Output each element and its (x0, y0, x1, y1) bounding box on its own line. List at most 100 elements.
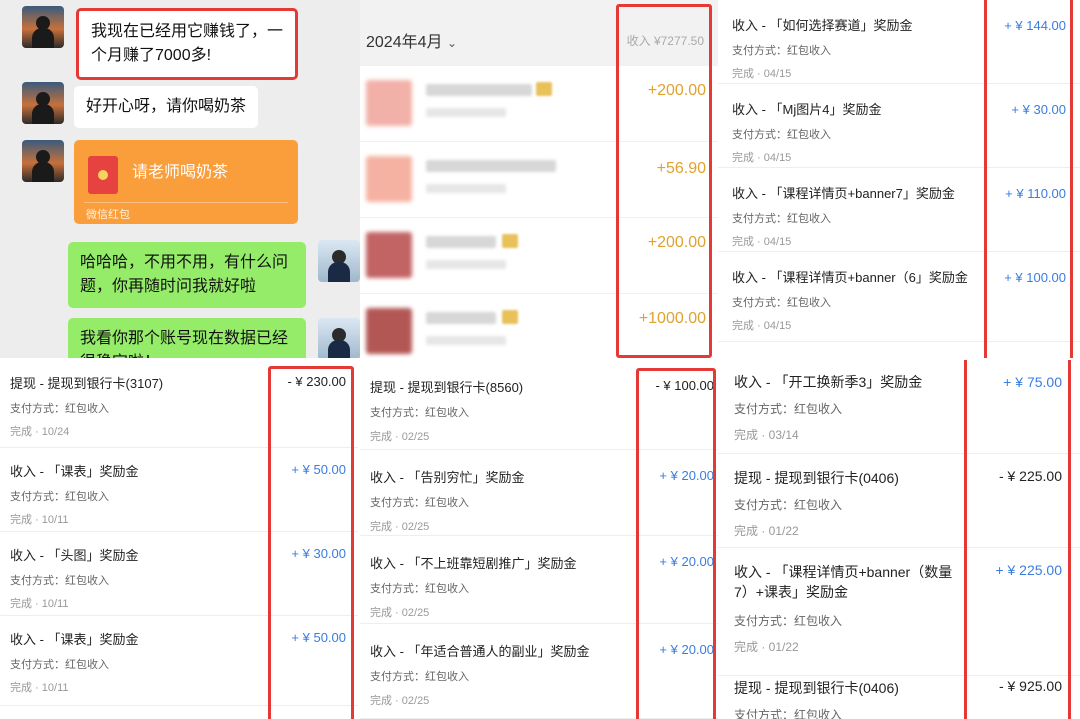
transaction-row[interactable]: 收入 - 「开工换新季3」奖励金 支付方式：红包收入 完成 · 03/14 + … (718, 360, 1080, 454)
bill-amount: +56.90 (656, 160, 706, 177)
transaction-status: 完成 · 03/14 (734, 428, 799, 442)
payment-method: 支付方式：红包收入 (10, 659, 109, 671)
bill-row[interactable]: +56.90 (360, 142, 718, 218)
transaction-amount: + ¥ 75.00 (1003, 374, 1062, 390)
chat-message: 我看你那个账号现在数据已经很稳定啦！ (68, 318, 306, 358)
transaction-row[interactable]: 收入 - 「课表」奖励金 支付方式：红包收入 完成 · 10/11 + ¥ 50… (0, 616, 358, 706)
transaction-title: 收入 - 「头图」奖励金 (10, 548, 139, 563)
blurred-time (426, 108, 506, 117)
chat-message: 我现在已经用它赚钱了，一个月赚了7000多! (76, 8, 298, 80)
blurred-title (426, 236, 496, 248)
monthly-bill-panel: 2024年4月 ⌄ 收入 ¥7277.50 +200.00 +56.90 +20… (360, 0, 718, 358)
transaction-row[interactable]: 提现 - 提现到银行卡(3107) 支付方式：红包收入 完成 · 10/24 -… (0, 360, 358, 448)
transaction-amount: + ¥ 144.00 (1004, 18, 1066, 33)
blurred-badge (502, 234, 518, 248)
blurred-time (426, 260, 506, 269)
blurred-title (426, 312, 496, 324)
transaction-title: 提现 - 提现到银行卡(0406) (734, 680, 899, 696)
transaction-amount: + ¥ 50.00 (291, 630, 346, 645)
transaction-status: 完成 · 04/15 (732, 236, 792, 248)
transaction-row[interactable]: 收入 - 「课程详情页+banner（数量7）+课表」奖励金 支付方式：红包收入… (718, 548, 1080, 676)
sender-avatar[interactable] (22, 82, 64, 124)
transaction-row[interactable]: 收入 - 「课表」奖励金 支付方式：红包收入 完成 · 10/11 + ¥ 50… (0, 448, 358, 532)
bill-row[interactable]: +200.00 (360, 218, 718, 294)
red-packet-message[interactable]: 请老师喝奶茶 微信红包 (74, 140, 298, 224)
transaction-status: 完成 · 10/11 (10, 514, 69, 526)
chat-message: 哈哈哈，不用不用，有什么问题，你再随时问我就好啦 (68, 242, 306, 308)
transaction-row[interactable]: 提现 - 提现到银行卡(0406) 支付方式：红包收入 完成 · 01/22 -… (718, 454, 1080, 548)
payment-method: 支付方式：红包收入 (732, 45, 831, 57)
bill-row[interactable]: +200.00 (360, 66, 718, 142)
transaction-row[interactable]: 收入 - 「Mj图片4」奖励金 支付方式：红包收入 完成 · 04/15 + ¥… (718, 84, 1080, 168)
payment-method: 支付方式：红包收入 (732, 129, 831, 141)
transaction-amount: + ¥ 100.00 (1004, 270, 1066, 285)
payment-method: 支付方式：红包收入 (370, 497, 469, 509)
red-packet-footer: 微信红包 (86, 209, 130, 221)
transaction-status: 完成 · 10/11 (10, 598, 69, 610)
transaction-row[interactable]: 收入 - 「年适合普通人的副业」奖励金 支付方式：红包收入 完成 · 02/25… (360, 624, 718, 719)
sender-avatar[interactable] (22, 6, 64, 48)
self-avatar[interactable] (318, 240, 360, 282)
transaction-row[interactable]: 收入 - 「课程详情页+banner7」奖励金 支付方式：红包收入 完成 · 0… (718, 168, 1080, 252)
transaction-title: 收入 - 「课表」奖励金 (10, 464, 139, 479)
self-avatar[interactable] (318, 318, 360, 358)
payment-method: 支付方式：红包收入 (10, 403, 109, 415)
transaction-list-top-right: 收入 - 「如何选择赛道」奖励金 支付方式：红包收入 完成 · 04/15 + … (718, 0, 1080, 358)
transaction-amount: - ¥ 230.00 (287, 374, 346, 389)
transaction-row[interactable]: 收入 - 「如何选择赛道」奖励金 支付方式：红包收入 完成 · 04/15 + … (718, 0, 1080, 84)
transaction-row[interactable]: 收入 - 「告别穷忙」奖励金 支付方式：红包收入 完成 · 02/25 + ¥ … (360, 450, 718, 536)
transaction-title: 收入 - 「不上班靠短剧推广」奖励金 (370, 556, 577, 571)
blurred-badge (502, 310, 518, 324)
payment-method: 支付方式：红包收入 (734, 402, 843, 416)
mosaic-thumbnail (366, 80, 412, 126)
payment-method: 支付方式：红包收入 (10, 491, 109, 503)
transaction-status: 完成 · 10/24 (10, 426, 70, 438)
blurred-badge (536, 82, 552, 96)
bill-amount: +200.00 (647, 234, 706, 251)
payment-method: 支付方式：红包收入 (370, 671, 469, 683)
bill-row[interactable]: +1000.00 (360, 294, 718, 358)
transaction-title: 收入 - 「如何选择赛道」奖励金 (732, 18, 913, 33)
transaction-status: 完成 · 02/25 (370, 607, 430, 619)
transaction-title: 收入 - 「年适合普通人的副业」奖励金 (370, 644, 590, 659)
transaction-title: 收入 - 「开工换新季3」奖励金 (734, 374, 923, 390)
transaction-title: 提现 - 提现到银行卡(8560) (370, 380, 524, 395)
transaction-status: 完成 · 01/22 (734, 524, 799, 538)
blurred-time (426, 336, 506, 345)
payment-method: 支付方式：红包收入 (10, 575, 109, 587)
payment-method: 支付方式：红包收入 (734, 498, 843, 512)
transaction-status: 完成 · 02/25 (370, 695, 430, 707)
transaction-status: 完成 · 02/25 (370, 431, 430, 443)
transaction-row[interactable]: 收入 - 「课程详情页+banner（6」奖励金 支付方式：红包收入 完成 · … (718, 252, 1080, 342)
transaction-amount: + ¥ 30.00 (1011, 102, 1066, 117)
transaction-title: 提现 - 提现到银行卡(0406) (734, 470, 899, 486)
transaction-title: 收入 - 「课程详情页+banner（6」奖励金 (732, 270, 968, 285)
blurred-time (426, 184, 506, 193)
bill-amount: +200.00 (647, 82, 706, 99)
transaction-row[interactable]: 收入 - 「不上班靠短剧推广」奖励金 支付方式：红包收入 完成 · 02/25 … (360, 536, 718, 624)
transaction-amount: + ¥ 20.00 (659, 642, 714, 657)
transaction-row[interactable]: 提现 - 提现到银行卡(8560) 支付方式：红包收入 完成 · 02/25 -… (360, 360, 718, 450)
payment-method: 支付方式：红包收入 (732, 213, 831, 225)
transaction-row[interactable]: 收入 - 「头图」奖励金 支付方式：红包收入 完成 · 10/11 + ¥ 30… (0, 532, 358, 616)
payment-method: 支付方式：红包收入 (734, 708, 843, 719)
transaction-amount: - ¥ 100.00 (655, 378, 714, 393)
blurred-title (426, 84, 532, 96)
transaction-list-bottom-middle: 提现 - 提现到银行卡(8560) 支付方式：红包收入 完成 · 02/25 -… (360, 360, 718, 719)
mosaic-thumbnail (366, 232, 412, 278)
payment-method: 支付方式：红包收入 (732, 297, 831, 309)
bill-amount: +1000.00 (638, 310, 706, 327)
transaction-amount: + ¥ 30.00 (291, 546, 346, 561)
red-packet-divider (84, 202, 288, 203)
transaction-row[interactable]: 提现 - 提现到银行卡(0406) 支付方式：红包收入 - ¥ 925.00 (718, 676, 1080, 719)
transaction-title: 收入 - 「Mj图片4」奖励金 (732, 102, 882, 117)
transaction-amount: + ¥ 50.00 (291, 462, 346, 477)
transaction-title: 收入 - 「课表」奖励金 (10, 632, 139, 647)
transaction-status: 完成 · 04/15 (732, 152, 792, 164)
month-header: 2024年4月 ⌄ 收入 ¥7277.50 (360, 0, 718, 66)
sender-avatar[interactable] (22, 140, 64, 182)
blurred-title (426, 160, 556, 172)
transaction-status: 完成 · 02/25 (370, 521, 430, 533)
month-selector[interactable]: 2024年4月 ⌄ (366, 28, 457, 52)
transaction-amount: + ¥ 20.00 (659, 554, 714, 569)
